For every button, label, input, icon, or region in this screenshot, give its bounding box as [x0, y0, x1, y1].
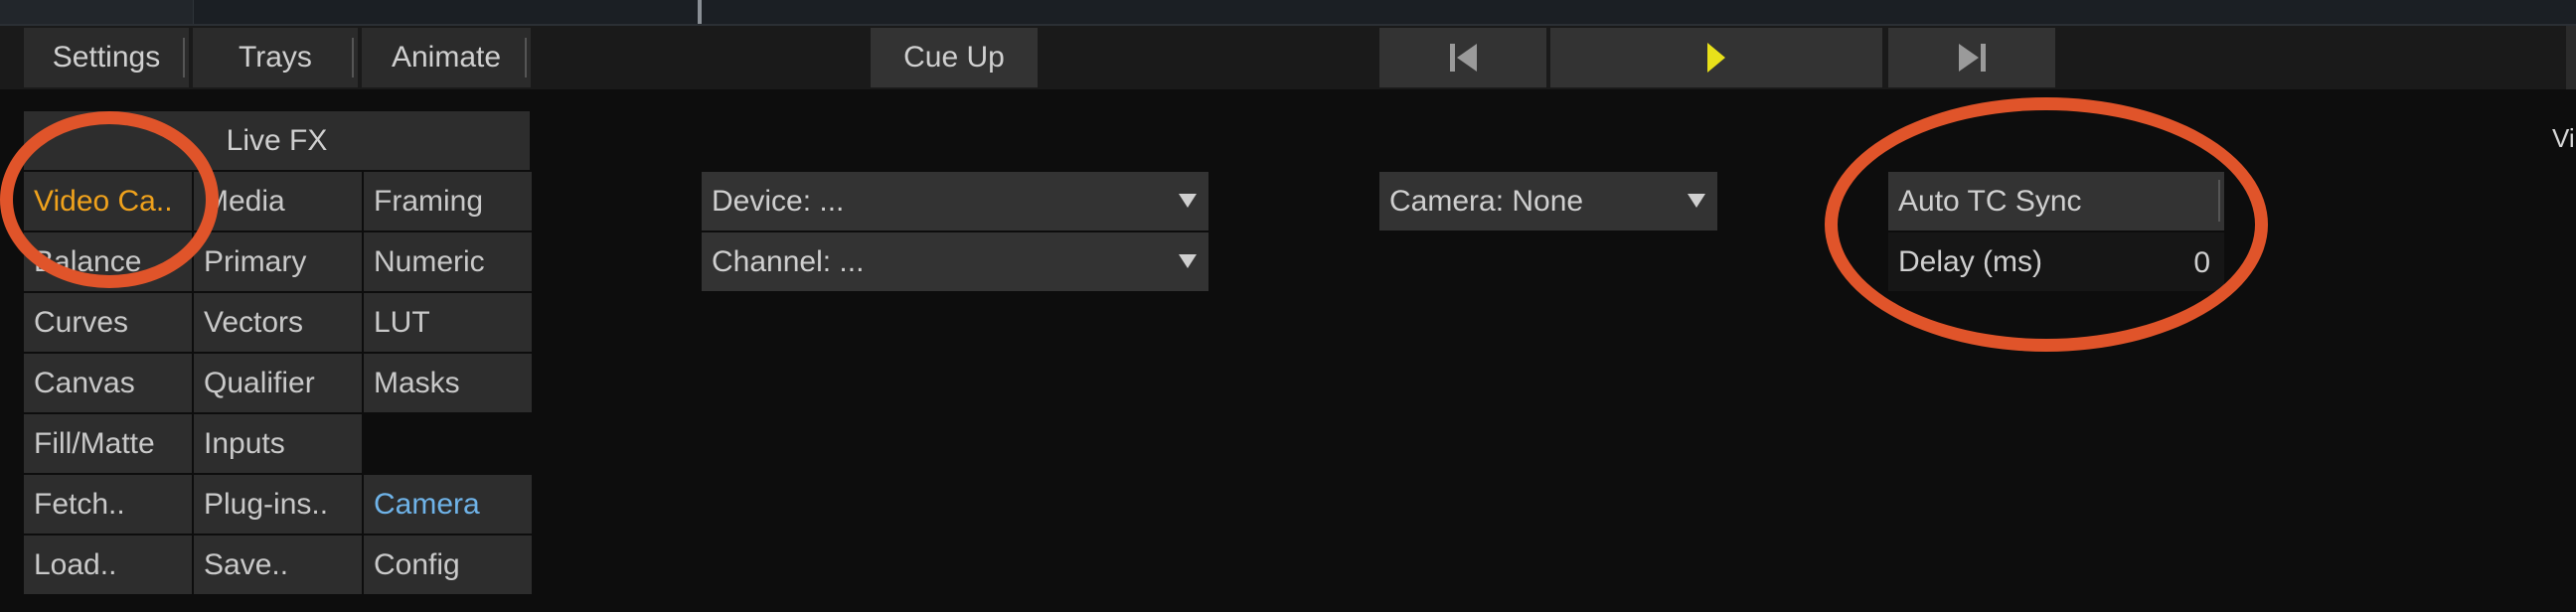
channel-dropdown[interactable]: Channel: ...	[702, 232, 1208, 291]
skip-back-icon	[1449, 44, 1477, 72]
divider	[348, 38, 354, 77]
menu-camera[interactable]: Camera	[364, 475, 532, 534]
menu-label: Qualifier	[204, 366, 315, 399]
timeline-playhead[interactable]	[698, 0, 702, 24]
menu-label: Framing	[374, 184, 484, 218]
skip-forward-button[interactable]	[1888, 28, 2055, 87]
timeline-strip[interactable]	[0, 0, 2576, 24]
menu-label: Load..	[34, 547, 117, 581]
menu-lut[interactable]: LUT	[364, 293, 532, 352]
menu-qualifier[interactable]: Qualifier	[194, 354, 362, 412]
menu-vectors[interactable]: Vectors	[194, 293, 362, 352]
edge-label: Vi	[2552, 123, 2575, 153]
trays-button-label: Trays	[239, 41, 312, 74]
trays-button[interactable]: Trays	[193, 28, 358, 87]
chevron-down-icon	[1179, 194, 1197, 208]
menu-label: Canvas	[34, 366, 135, 399]
device-dropdown-label: Device: ...	[712, 184, 845, 218]
play-button[interactable]	[1550, 28, 1882, 87]
menu-label: Vectors	[204, 305, 304, 339]
cue-up-button[interactable]: Cue Up	[871, 28, 1038, 87]
menu-label: Numeric	[374, 244, 485, 278]
play-icon	[1707, 43, 1725, 73]
settings-button-label: Settings	[52, 41, 161, 74]
menu-label: Camera	[374, 487, 480, 521]
menu-numeric[interactable]: Numeric	[364, 232, 532, 291]
live-fx-label: Live FX	[226, 123, 328, 157]
menu-plug-ins[interactable]: Plug-ins..	[194, 475, 362, 534]
skip-forward-icon	[1958, 44, 1986, 72]
animate-button[interactable]: Animate	[362, 28, 531, 87]
timeline-label-area	[0, 0, 194, 24]
menu-config[interactable]: Config	[364, 536, 532, 594]
annotation-circle	[0, 111, 219, 288]
toolbar-edge	[2566, 26, 2576, 89]
divider	[521, 38, 527, 77]
chevron-down-icon	[1688, 194, 1705, 208]
menu-label: Fill/Matte	[34, 426, 155, 460]
camera-dropdown-label: Camera: None	[1389, 184, 1584, 218]
settings-button[interactable]: Settings	[24, 28, 189, 87]
device-dropdown[interactable]: Device: ...	[702, 172, 1208, 230]
menu-primary[interactable]: Primary	[194, 232, 362, 291]
menu-inputs[interactable]: Inputs	[194, 414, 362, 473]
chevron-down-icon	[1179, 254, 1197, 268]
channel-dropdown-label: Channel: ...	[712, 244, 865, 278]
menu-label: Primary	[204, 244, 307, 278]
camera-dropdown[interactable]: Camera: None	[1379, 172, 1717, 230]
menu-label: LUT	[374, 305, 430, 339]
menu-label: Masks	[374, 366, 460, 399]
divider	[179, 38, 185, 77]
cue-up-button-label: Cue Up	[903, 41, 1005, 74]
menu-masks[interactable]: Masks	[364, 354, 532, 412]
animate-button-label: Animate	[391, 41, 502, 74]
menu-curves[interactable]: Curves	[24, 293, 192, 352]
menu-fill-matte[interactable]: Fill/Matte	[24, 414, 192, 473]
menu-save[interactable]: Save..	[194, 536, 362, 594]
menu-canvas[interactable]: Canvas	[24, 354, 192, 412]
menu-label: Fetch..	[34, 487, 125, 521]
menu-fetch[interactable]: Fetch..	[24, 475, 192, 534]
menu-label: Curves	[34, 305, 129, 339]
menu-label: Plug-ins..	[204, 487, 329, 521]
menu-framing[interactable]: Framing	[364, 172, 532, 230]
menu-load[interactable]: Load..	[24, 536, 192, 594]
menu-label: Save..	[204, 547, 289, 581]
menu-label: Config	[374, 547, 460, 581]
skip-back-button[interactable]	[1379, 28, 1546, 87]
menu-label: Inputs	[204, 426, 285, 460]
annotation-circle	[1825, 97, 2268, 352]
menu-media[interactable]: Media	[194, 172, 362, 230]
